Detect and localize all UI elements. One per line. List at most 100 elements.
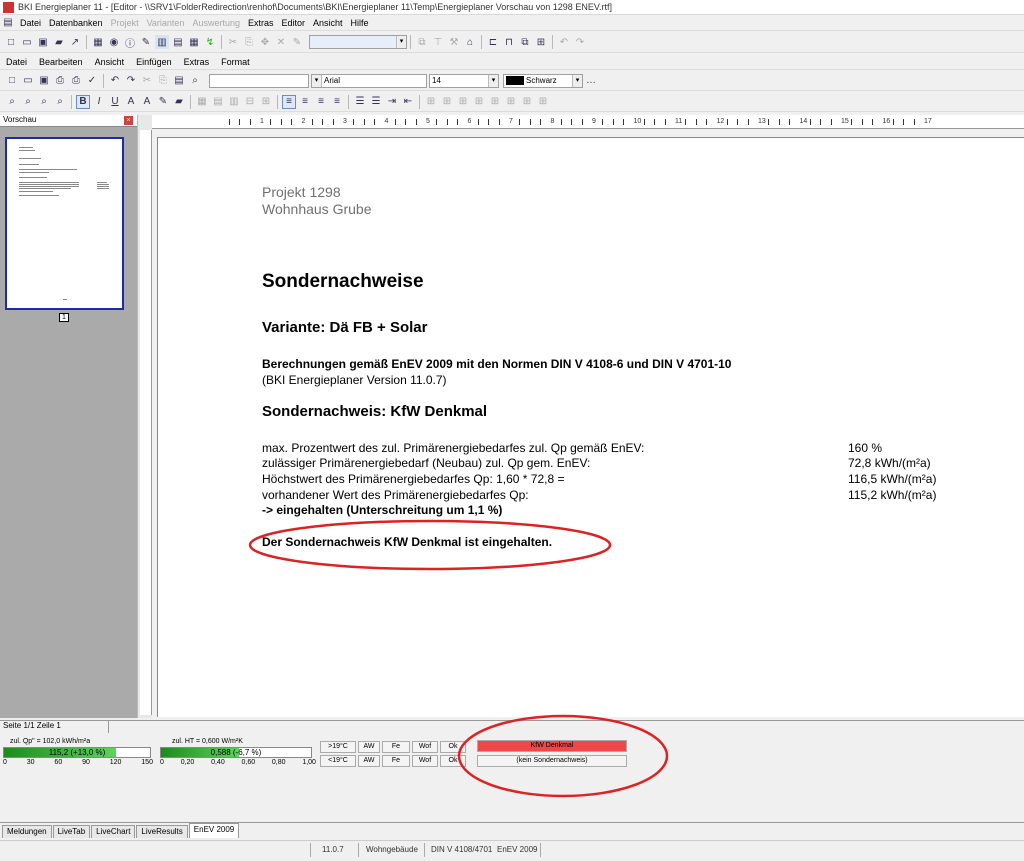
edit-icon[interactable]: ✎ [290,35,304,49]
border-bottom-icon[interactable]: ⊞ [456,95,470,109]
highlight-icon[interactable]: ✎ [156,95,170,109]
editor-menu-extras[interactable]: Extras [178,57,216,67]
tab-livechart[interactable]: LiveChart [91,825,136,838]
style-combo[interactable] [209,73,309,88]
hammer-icon[interactable]: ⚒ [447,35,461,49]
filter-icon[interactable]: ⊤ [431,35,445,49]
editor-menu-bearbeiten[interactable]: Bearbeiten [33,57,89,67]
open-doc-icon[interactable]: ▭ [21,74,35,88]
print-icon[interactable]: ⎙ [53,74,67,88]
delete-icon[interactable]: ✕ [274,35,288,49]
fe-button[interactable]: Fe [382,755,410,767]
menu-ansicht[interactable]: Ansicht [309,18,347,28]
menu-datei[interactable]: Datei [16,18,45,28]
open-icon[interactable]: ▭ [20,35,34,49]
align-center-icon[interactable]: ≡ [298,95,312,109]
aw-button[interactable]: AW [358,741,380,753]
calculator-icon[interactable]: ▦ [91,35,105,49]
print-preview-icon[interactable]: ⎙ [69,74,83,88]
table-col-icon[interactable]: ▥ [227,95,241,109]
cut-icon[interactable]: ✂ [226,35,240,49]
border-right-icon[interactable]: ⊞ [488,95,502,109]
page-thumbnail[interactable] [5,137,124,310]
align-icon[interactable]: ⊏ [486,35,500,49]
zoom-page-icon[interactable]: ⌕ [37,95,51,109]
variant-combo[interactable]: ▾ [309,35,407,49]
aw-button[interactable]: AW [358,755,380,767]
subscript-icon[interactable]: A [140,95,154,109]
copy-doc-icon[interactable]: ⎘ [156,74,170,88]
indent-icon[interactable]: ⇥ [385,95,399,109]
border-all-icon[interactable]: ⊞ [520,95,534,109]
font-size-combo[interactable]: 14 ▾ [429,73,499,88]
menu-projekt[interactable]: Projekt [107,18,143,28]
table-insert-icon[interactable]: ▦ [195,95,209,109]
justify-icon[interactable]: ≡ [330,95,344,109]
chart-icon[interactable]: ▥ [155,35,169,49]
run-icon[interactable]: ↯ [203,35,217,49]
more-icon[interactable]: … [584,74,598,88]
font-color-combo[interactable]: Schwarz ▾ [503,73,583,88]
redo-doc-icon[interactable]: ↷ [124,74,138,88]
underline-icon[interactable]: U [108,95,122,109]
layers-icon[interactable]: ⧉ [415,35,429,49]
editor-menu-ansicht[interactable]: Ansicht [89,57,131,67]
border-inner-icon[interactable]: ⊞ [536,95,550,109]
undo-icon[interactable]: ↶ [557,35,571,49]
border-none-icon[interactable]: ⊞ [504,95,518,109]
cut-doc-icon[interactable]: ✂ [140,74,154,88]
table-icon[interactable]: ▤ [171,35,185,49]
fe-button[interactable]: Fe [382,741,410,753]
zoom-in-icon[interactable]: ⌕ [21,95,35,109]
menu-extras[interactable]: Extras [244,18,278,28]
fill-icon[interactable]: ▰ [172,95,186,109]
grid-icon[interactable]: ▦ [187,35,201,49]
menu-varianten[interactable]: Varianten [143,18,189,28]
menu-auswertung[interactable]: Auswertung [188,18,244,28]
font-combo[interactable]: Arial ▾ [311,73,427,88]
italic-icon[interactable]: I [92,95,106,109]
settings-icon[interactable]: ✎ [139,35,153,49]
new-doc-icon[interactable]: □ [5,74,19,88]
bold-icon[interactable]: B [76,94,90,109]
tab-livetab[interactable]: LiveTab [52,825,91,838]
info-icon[interactable]: ⓘ [123,35,137,50]
save-icon[interactable]: ▣ [36,35,50,49]
move-icon[interactable]: ✥ [258,35,272,49]
table-row-icon[interactable]: ▤ [211,95,225,109]
bullet-list-icon[interactable]: ☰ [353,95,367,109]
new-icon[interactable]: □ [4,35,18,49]
wof-button[interactable]: Wof [412,741,438,753]
document-page[interactable]: Projekt 1298 Wohnhaus Grube Sondernachwe… [157,137,1024,717]
border-top-icon[interactable]: ⊞ [440,95,454,109]
save-doc-icon[interactable]: ▣ [37,74,51,88]
tab-liveresults[interactable]: LiveResults [136,825,188,838]
outdent-icon[interactable]: ⇤ [401,95,415,109]
tab-enev[interactable]: EnEV 2009 [188,823,240,838]
zoom-width-icon[interactable]: ⌕ [53,95,67,109]
folder-icon[interactable]: ▰ [52,35,66,49]
border-left-icon[interactable]: ⊞ [472,95,486,109]
find-icon[interactable]: ⌕ [188,74,202,88]
redo-icon[interactable]: ↷ [573,35,587,49]
align-right-icon[interactable]: ≡ [314,95,328,109]
border-icon[interactable]: ⊞ [424,95,438,109]
wof-button[interactable]: Wof [412,755,438,767]
menu-editor[interactable]: Editor [277,18,309,28]
close-icon[interactable]: × [124,116,133,125]
editor-menu-datei[interactable]: Datei [0,57,33,67]
window-icon[interactable]: ⧉ [518,35,532,49]
superscript-icon[interactable]: A [124,95,138,109]
menu-datenbanken[interactable]: Datenbanken [45,18,107,28]
paste-icon[interactable]: ▤ [172,74,186,88]
structure-icon[interactable]: ⊓ [502,35,516,49]
editor-menu-format[interactable]: Format [215,57,256,67]
table-merge-icon[interactable]: ⊟ [243,95,257,109]
tab-meldungen[interactable]: Meldungen [2,825,52,838]
house-icon[interactable]: ⌂ [463,35,477,49]
globe-icon[interactable]: ◉ [107,35,121,49]
frame-icon[interactable]: ⊞ [534,35,548,49]
spellcheck-icon[interactable]: ✓ [85,74,99,88]
undo-doc-icon[interactable]: ↶ [108,74,122,88]
export-icon[interactable]: ↗ [68,35,82,49]
